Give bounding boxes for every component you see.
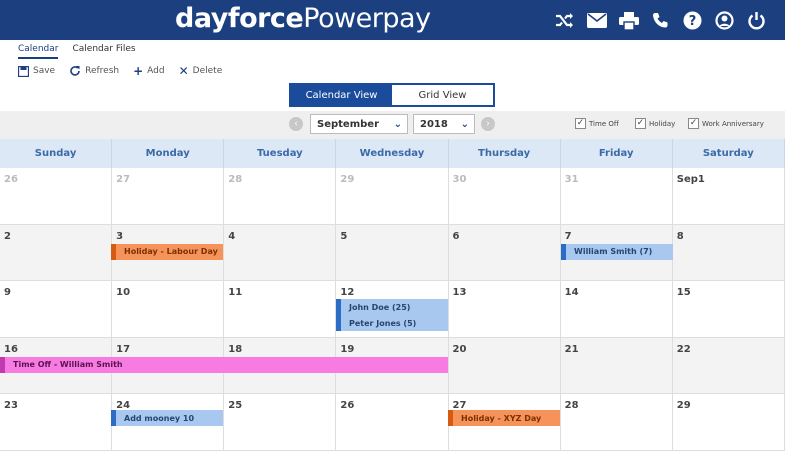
event-holiday[interactable]: Holiday - Labour Day xyxy=(111,243,223,260)
day-cell[interactable]: 10 xyxy=(112,281,225,337)
event-custom[interactable]: Add mooney 10 xyxy=(111,410,223,426)
day-cell[interactable]: 28 xyxy=(224,168,337,224)
phone-icon[interactable] xyxy=(650,10,671,31)
save-button[interactable]: Save xyxy=(18,64,55,78)
shuffle-icon[interactable] xyxy=(554,10,575,31)
delete-button[interactable]: ✕ Delete xyxy=(179,64,223,78)
calendar-view-button[interactable]: Calendar View xyxy=(291,85,392,105)
year-select[interactable]: 2018 ⌄ xyxy=(413,114,475,134)
weekday-header: Sunday Monday Tuesday Wednesday Thursday… xyxy=(0,139,785,168)
week-row: 26 27 28 29 30 31 Sep1 xyxy=(0,168,785,225)
chevron-down-icon: ⌄ xyxy=(460,118,469,130)
day-cell[interactable]: 13 xyxy=(449,281,561,337)
close-icon: ✕ xyxy=(178,64,189,78)
day-cell[interactable]: 22 xyxy=(673,337,785,393)
tab-calendar[interactable]: Calendar xyxy=(18,44,59,59)
event-time-off[interactable]: Time Off - William Smith xyxy=(0,356,448,373)
week-row: 16 17 18 19 20 21 22 Time Off - William … xyxy=(0,337,785,394)
day-cell[interactable]: 25 xyxy=(224,394,337,450)
event-work-anniversary[interactable]: William Smith (7) xyxy=(561,243,673,260)
grid-view-button[interactable]: Grid View xyxy=(392,85,493,105)
user-icon[interactable] xyxy=(714,10,735,31)
next-month-icon[interactable]: › xyxy=(481,117,495,131)
view-switch: Calendar View Grid View xyxy=(289,83,495,107)
check-icon: ✓ xyxy=(688,118,699,129)
weekday-thursday: Thursday xyxy=(449,139,561,168)
svg-text:?: ? xyxy=(689,14,697,29)
tab-calendar-files[interactable]: Calendar Files xyxy=(72,44,135,59)
day-cell[interactable]: 6 xyxy=(449,224,561,280)
day-cell[interactable]: 8 xyxy=(673,224,785,280)
weekday-friday: Friday xyxy=(561,139,673,168)
day-cell[interactable]: 31 xyxy=(561,168,673,224)
day-cell[interactable]: 28 xyxy=(561,394,673,450)
day-cell[interactable]: Sep1 xyxy=(673,168,785,224)
check-icon: ✓ xyxy=(575,118,586,129)
weekday-monday: Monday xyxy=(112,139,225,168)
day-cell[interactable]: 5 xyxy=(336,224,449,280)
app-logo: dayforcePowerpay xyxy=(175,3,431,34)
day-cell[interactable]: 30 xyxy=(449,168,561,224)
tab-bar: Calendar Calendar Files xyxy=(18,44,136,59)
day-cell[interactable]: 21 xyxy=(561,337,673,393)
calendar-grid: 26 27 28 29 30 31 Sep1 2 3 4 5 6 7 8 Hol… xyxy=(0,168,785,451)
refresh-icon xyxy=(70,66,80,76)
power-icon[interactable] xyxy=(746,10,767,31)
day-cell[interactable]: 29 xyxy=(673,394,785,450)
toolbar: Save Refresh + Add ✕ Delete xyxy=(18,64,222,78)
weekday-sunday: Sunday xyxy=(0,139,113,168)
day-cell[interactable]: 14 xyxy=(561,281,673,337)
save-icon xyxy=(18,65,29,77)
print-icon[interactable] xyxy=(618,10,639,31)
day-cell[interactable]: 26 xyxy=(0,168,113,224)
mail-icon[interactable] xyxy=(586,10,607,31)
month-select[interactable]: September ⌄ xyxy=(310,114,408,134)
week-row: 9 10 11 12 13 14 15 John Doe (25) Peter … xyxy=(0,281,785,338)
work-anniversary-checkbox[interactable]: ✓ Work Anniversary xyxy=(688,118,764,129)
help-icon[interactable]: ? xyxy=(682,10,703,31)
day-cell[interactable]: 4 xyxy=(224,224,337,280)
day-cell[interactable]: 20 xyxy=(449,337,561,393)
day-cell[interactable]: 23 xyxy=(0,394,113,450)
weekday-wednesday: Wednesday xyxy=(336,139,449,168)
day-cell[interactable]: 11 xyxy=(224,281,337,337)
day-cell[interactable]: 2 xyxy=(0,224,113,280)
refresh-button[interactable]: Refresh xyxy=(69,64,119,78)
day-cell[interactable]: 27 xyxy=(112,168,225,224)
add-button[interactable]: + Add xyxy=(133,64,165,78)
time-off-checkbox[interactable]: ✓ Time Off xyxy=(575,118,619,129)
week-row: 23 24 25 26 27 28 29 Add mooney 10 Holid… xyxy=(0,394,785,451)
day-cell[interactable]: 9 xyxy=(0,281,113,337)
chevron-down-icon: ⌄ xyxy=(393,118,402,130)
check-icon: ✓ xyxy=(635,118,646,129)
day-cell[interactable]: 15 xyxy=(673,281,785,337)
app-header: dayforcePowerpay ? xyxy=(0,0,785,40)
day-cell[interactable]: 29 xyxy=(336,168,449,224)
holiday-checkbox[interactable]: ✓ Holiday xyxy=(635,118,675,129)
day-cell[interactable]: 26 xyxy=(336,394,449,450)
weekday-saturday: Saturday xyxy=(673,139,785,168)
week-row: 2 3 4 5 6 7 8 Holiday - Labour Day Willi… xyxy=(0,224,785,281)
event-holiday[interactable]: Holiday - XYZ Day xyxy=(448,410,560,426)
plus-icon: + xyxy=(133,64,144,78)
event-work-anniversary[interactable]: John Doe (25) xyxy=(336,299,448,315)
weekday-tuesday: Tuesday xyxy=(224,139,337,168)
event-work-anniversary[interactable]: Peter Jones (5) xyxy=(336,315,448,331)
prev-month-icon[interactable]: ‹ xyxy=(289,117,303,131)
